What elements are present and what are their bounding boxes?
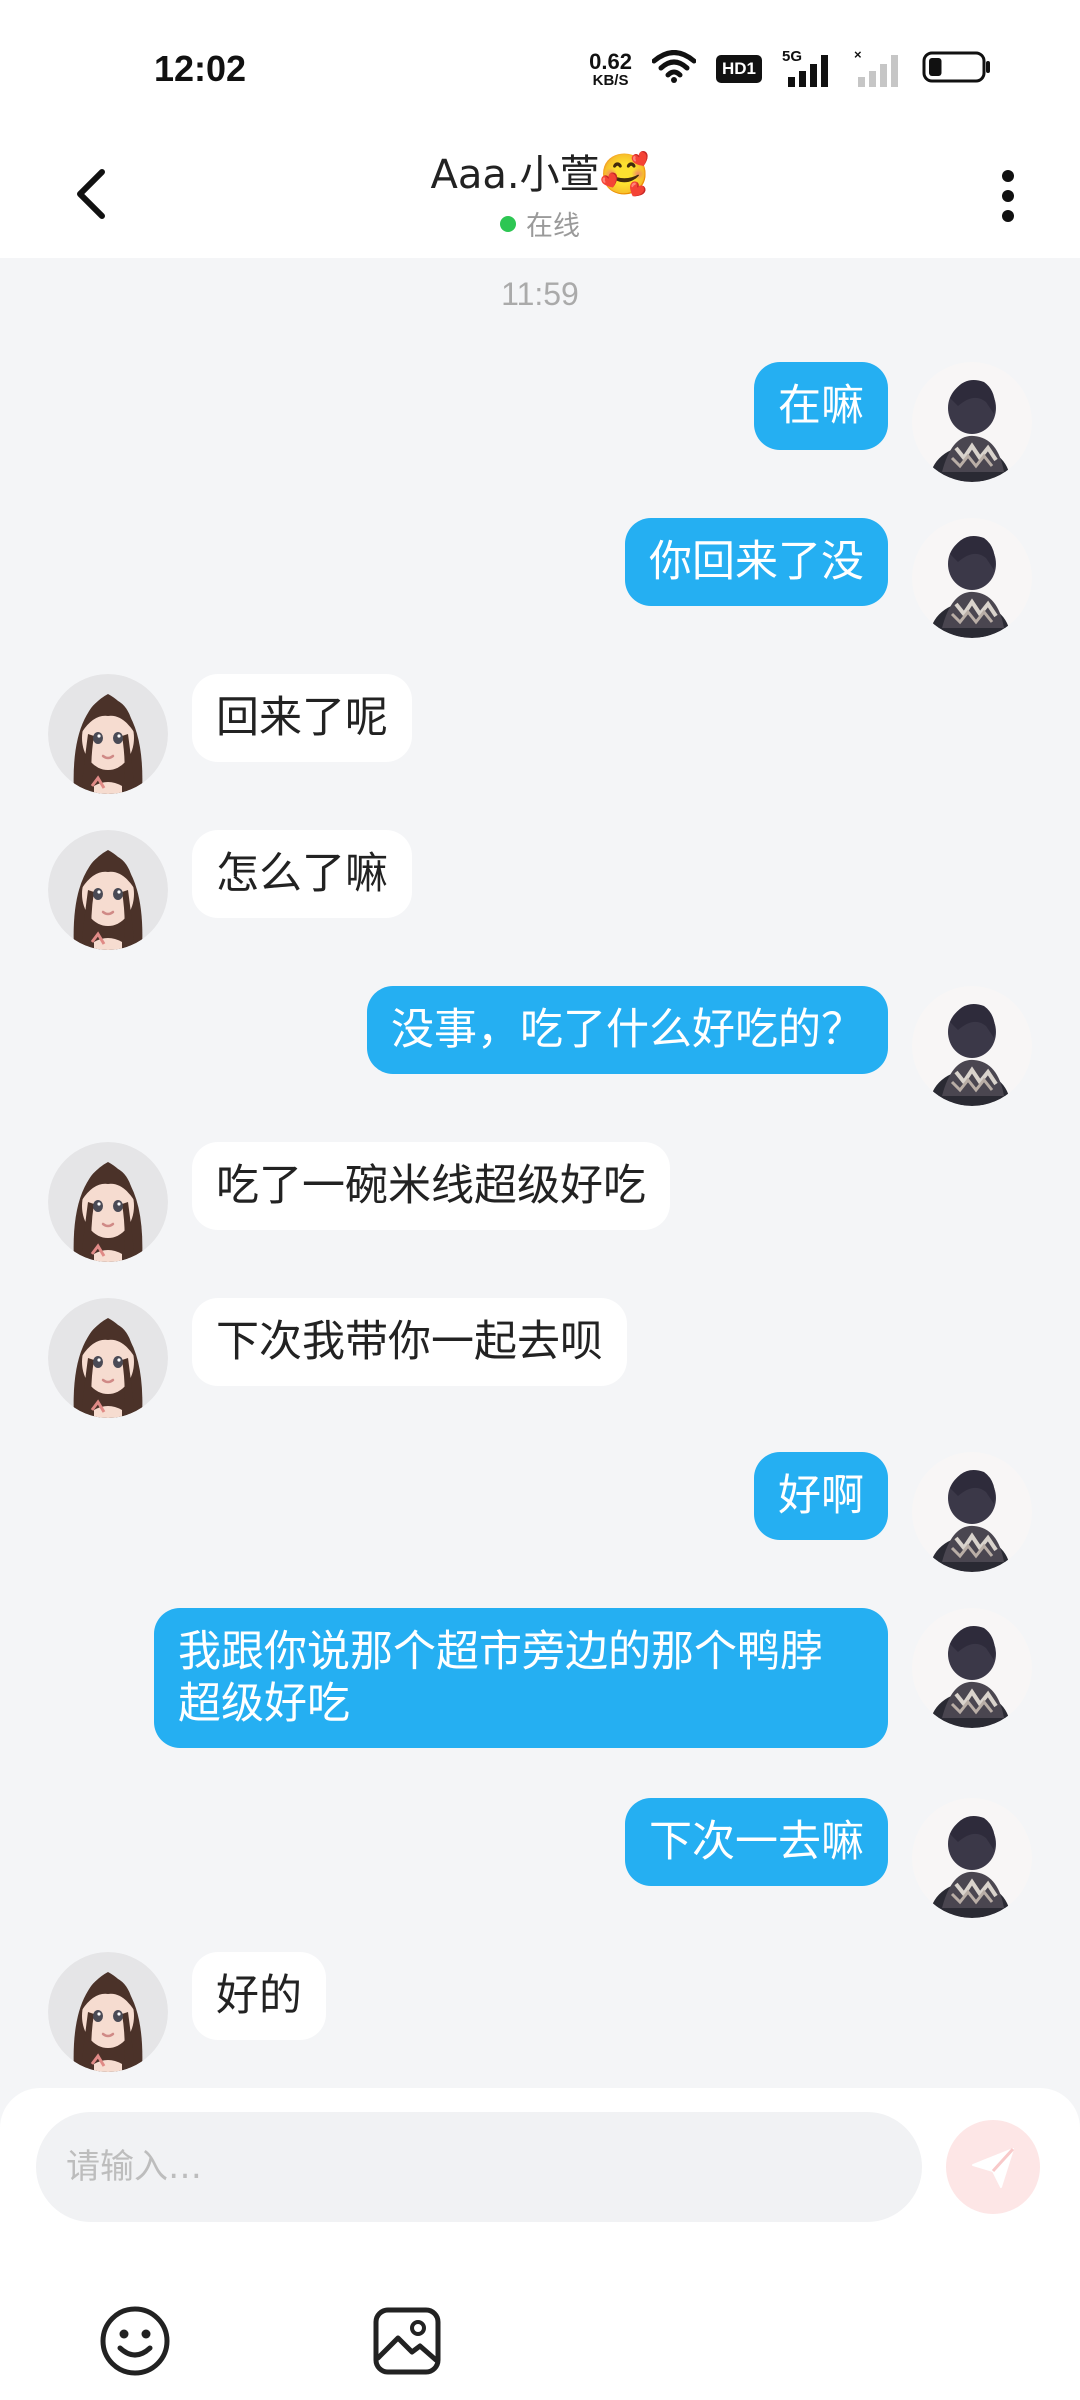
online-status-text: 在线 (526, 211, 580, 242)
message-bubble-received[interactable]: 下次我带你一起去呗 (192, 1298, 627, 1386)
contact-avatar[interactable] (48, 1298, 168, 1418)
message-bubble-sent[interactable]: 下次一去嘛 (625, 1798, 888, 1886)
user-avatar-image (912, 362, 1032, 482)
contact-avatar-image (48, 830, 168, 950)
contact-avatar[interactable] (48, 830, 168, 950)
my-avatar[interactable] (912, 1452, 1032, 1572)
contact-avatar-image (48, 674, 168, 794)
message-bubble-received[interactable]: 好的 (192, 1952, 326, 2040)
my-avatar[interactable] (912, 518, 1032, 638)
contact-info[interactable]: Aaa.小萱🥰 在线 (0, 142, 1080, 243)
my-avatar[interactable] (912, 986, 1032, 1106)
emoji-button[interactable] (98, 2304, 172, 2378)
contact-avatar-image (48, 1142, 168, 1262)
image-picker-button[interactable] (370, 2304, 444, 2378)
chat-header: Aaa.小萱🥰 在线 (0, 130, 1080, 258)
user-avatar-image (912, 1608, 1032, 1728)
online-status: 在线 (0, 204, 1080, 243)
hd-badge: HD1 (715, 55, 762, 83)
user-avatar-image (912, 518, 1032, 638)
emoji-icon (100, 2306, 170, 2376)
signal-5g-icon: 5G (782, 47, 834, 91)
network-speed-unit: KB/S (592, 71, 629, 89)
status-icons: 0.62 KB/S HD1 5G × (589, 44, 992, 94)
message-bubble-sent[interactable]: 在嘛 (754, 362, 888, 450)
my-avatar[interactable] (912, 1608, 1032, 1728)
network-speed-value: 0.62 (589, 48, 632, 74)
contact-avatar[interactable] (48, 1142, 168, 1262)
status-bar: 12:02 0.62 KB/S HD1 5G × (0, 0, 1080, 130)
my-avatar[interactable] (912, 362, 1032, 482)
message-bubble-sent[interactable]: 我跟你说那个超市旁边的那个鸭脖超级好吃 (154, 1608, 888, 1748)
message-timestamp: 11:59 (501, 276, 579, 312)
message-input[interactable] (36, 2112, 922, 2222)
composer-panel (0, 2088, 1080, 2400)
contact-avatar[interactable] (48, 674, 168, 794)
message-bubble-sent[interactable]: 没事，吃了什么好吃的？ (367, 986, 888, 1074)
my-avatar[interactable] (912, 1798, 1032, 1918)
user-avatar-image (912, 1798, 1032, 1918)
message-bubble-sent[interactable]: 好啊 (754, 1452, 888, 1540)
send-icon (972, 2147, 1015, 2188)
svg-text:×: × (854, 47, 862, 62)
online-dot-icon (500, 215, 516, 232)
battery-icon (922, 50, 992, 88)
contact-avatar-image (48, 1298, 168, 1418)
user-avatar-image (912, 1452, 1032, 1572)
message-bubble-sent[interactable]: 你回来了没 (625, 518, 888, 606)
more-vertical-icon (1002, 170, 1014, 222)
signal-secondary-icon: × (854, 47, 902, 91)
image-icon (373, 2307, 441, 2375)
user-avatar-image (912, 986, 1032, 1106)
more-options-button[interactable] (988, 156, 1028, 236)
svg-text:5G: 5G (782, 48, 802, 65)
message-bubble-received[interactable]: 怎么了嘛 (192, 830, 412, 918)
network-speed: 0.62 KB/S (589, 48, 632, 89)
contact-avatar[interactable] (48, 1952, 168, 2072)
status-time: 12:02 (154, 48, 247, 89)
send-button[interactable] (946, 2120, 1040, 2214)
contact-name: Aaa.小萱🥰 (430, 152, 650, 198)
message-bubble-received[interactable]: 吃了一碗米线超级好吃 (192, 1142, 670, 1230)
contact-avatar-image (48, 1952, 168, 2072)
wifi-icon (651, 50, 697, 88)
message-bubble-received[interactable]: 回来了呢 (192, 674, 412, 762)
